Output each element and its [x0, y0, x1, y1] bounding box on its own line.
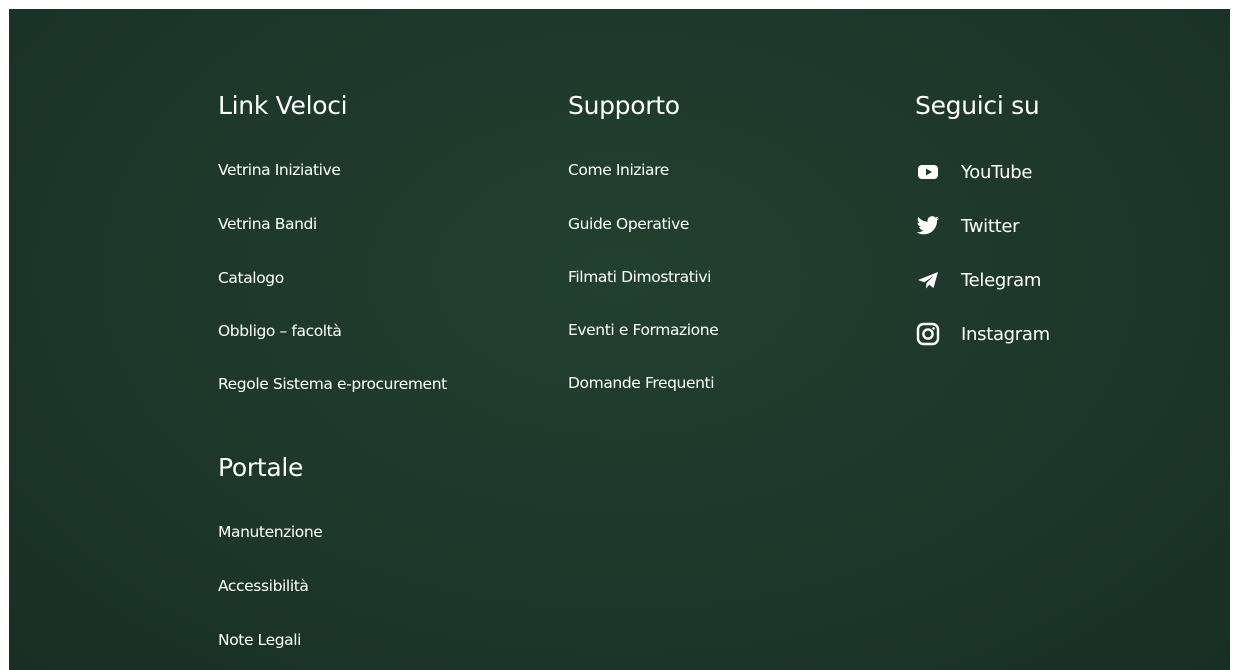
social-link-youtube[interactable]: YouTube — [915, 159, 1032, 185]
link-regole-sistema[interactable]: Regole Sistema e-procurement — [218, 375, 447, 393]
link-catalogo[interactable]: Catalogo — [218, 269, 284, 287]
social-link-telegram[interactable]: Telegram — [915, 267, 1041, 293]
link-obbligo-facolta[interactable]: Obbligo – facoltà — [218, 322, 342, 340]
social-label-instagram: Instagram — [961, 323, 1050, 345]
link-note-legali[interactable]: Note Legali — [218, 631, 301, 649]
site-footer: Link Veloci Vetrina Iniziative Vetrina B… — [9, 9, 1230, 670]
social-label-telegram: Telegram — [961, 269, 1042, 291]
social-label-youtube: YouTube — [961, 161, 1033, 183]
portal-heading: Portale — [218, 453, 304, 482]
social-link-instagram[interactable]: Instagram — [915, 321, 1050, 347]
link-guide-operative[interactable]: Guide Operative — [568, 215, 689, 233]
instagram-icon — [915, 321, 941, 347]
link-filmati-dimostrativi[interactable]: Filmati Dimostrativi — [568, 268, 711, 286]
link-accessibilita[interactable]: Accessibilità — [218, 577, 309, 595]
link-eventi-formazione[interactable]: Eventi e Formazione — [568, 321, 719, 339]
link-vetrina-iniziative[interactable]: Vetrina Iniziative — [218, 161, 341, 179]
social-heading: Seguici su — [915, 91, 1040, 120]
youtube-icon — [915, 159, 941, 185]
link-manutenzione[interactable]: Manutenzione — [218, 523, 323, 541]
social-link-twitter[interactable]: Twitter — [915, 213, 1020, 239]
link-come-iniziare[interactable]: Come Iniziare — [568, 161, 669, 179]
telegram-icon — [915, 267, 941, 293]
quick-links-heading: Link Veloci — [218, 91, 348, 120]
link-domande-frequenti[interactable]: Domande Frequenti — [568, 374, 715, 392]
link-vetrina-bandi[interactable]: Vetrina Bandi — [218, 215, 317, 233]
social-label-twitter: Twitter — [961, 215, 1020, 237]
support-heading: Supporto — [568, 91, 680, 120]
twitter-icon — [915, 213, 941, 239]
